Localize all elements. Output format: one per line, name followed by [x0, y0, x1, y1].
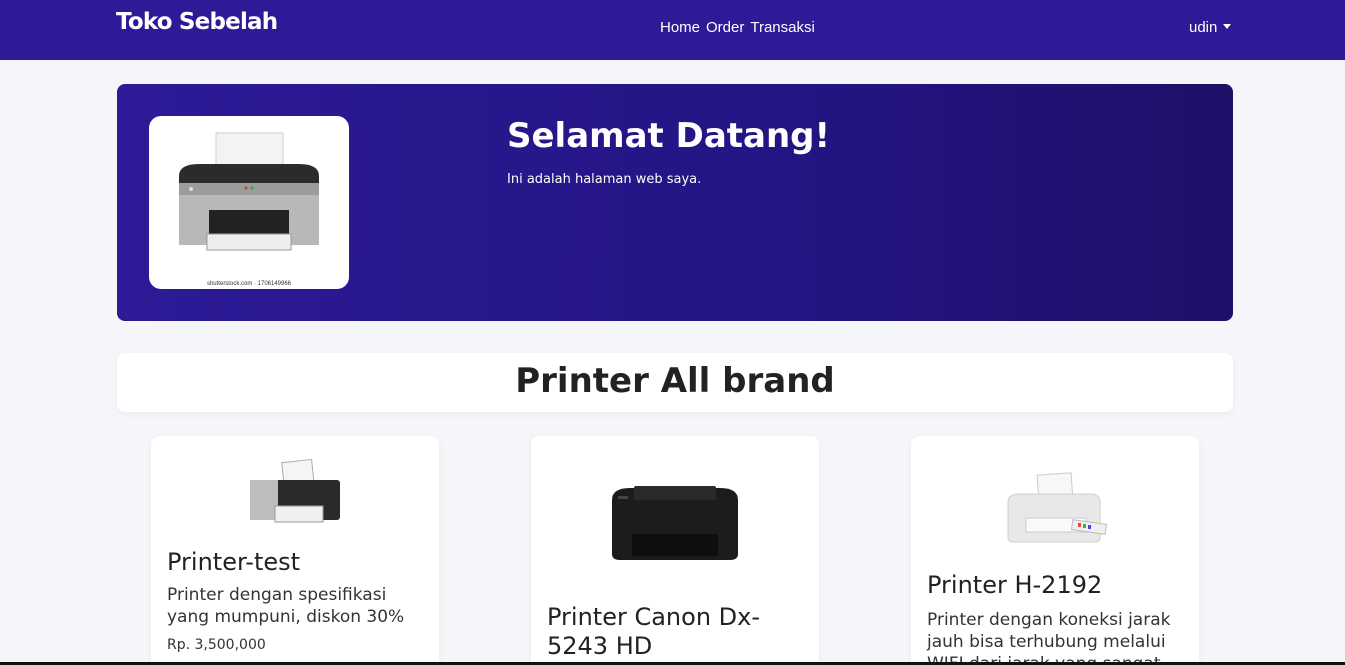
product-description: Printer dengan koneksi jarak jauh bisa t… [927, 610, 1171, 665]
nav-links: Home Order Transaksi [660, 19, 815, 36]
product-card[interactable]: Printer Canon Dx-5243 HD [531, 436, 819, 665]
product-title: Printer H-2192 [927, 571, 1103, 599]
printer-icon [250, 458, 340, 523]
hero-subtitle: Ini adalah halaman web saya. [507, 172, 702, 187]
printer-icon [612, 486, 738, 560]
product-description: Printer dengan spesifikasi yang mumpuni,… [167, 585, 405, 627]
image-caption: shutterstock.com · 1706149966 [206, 281, 292, 287]
product-image [911, 472, 1199, 546]
hero-banner: shutterstock.com · 1706149966 Selamat Da… [117, 84, 1233, 321]
printer-icon [179, 132, 319, 251]
nav-link-transaksi[interactable]: Transaksi [750, 19, 814, 36]
navbar: Toko Sebelah Home Order Transaksi udin [0, 0, 1345, 60]
product-title: Printer-test [167, 548, 301, 576]
chevron-down-icon [1223, 24, 1232, 29]
hero-title: Selamat Datang! [507, 116, 831, 156]
brand-logo[interactable]: Toko Sebelah [116, 9, 278, 35]
printer-icon [1007, 472, 1108, 543]
product-card[interactable]: Printer H-2192 Printer dengan koneksi ja… [911, 436, 1199, 665]
product-image [531, 482, 819, 562]
product-image [151, 458, 439, 530]
section-header: Printer All brand [117, 353, 1233, 412]
hero-printer-image: shutterstock.com · 1706149966 [149, 116, 349, 289]
user-dropdown[interactable]: udin [1189, 19, 1232, 36]
product-title: Printer Canon Dx-5243 HD [547, 603, 761, 660]
product-card[interactable]: Printer-test Printer dengan spesifikasi … [151, 436, 439, 665]
section-title: Printer All brand [515, 361, 835, 401]
nav-link-home[interactable]: Home [660, 19, 700, 36]
product-price: Rp. 3,500,000 [167, 637, 266, 653]
nav-link-order[interactable]: Order [706, 19, 744, 36]
user-name: udin [1189, 19, 1218, 36]
